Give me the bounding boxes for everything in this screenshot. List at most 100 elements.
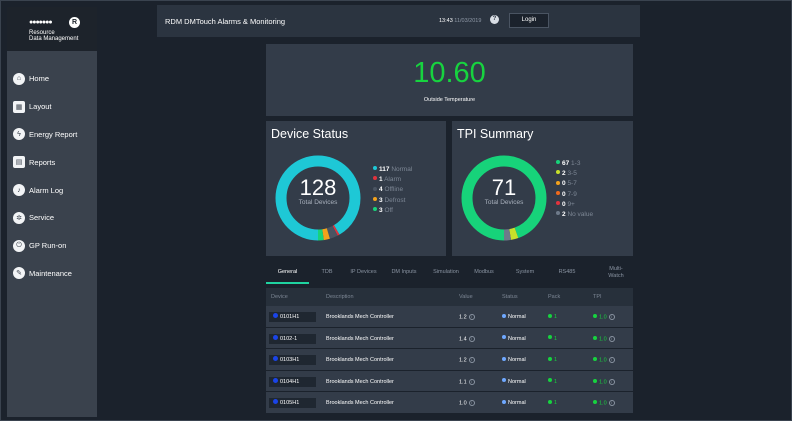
help-icon[interactable]: ? — [490, 15, 499, 24]
sidebar-item-service[interactable]: ✲ Service — [7, 204, 97, 232]
legend-dot — [373, 176, 377, 181]
info-icon[interactable]: i — [608, 378, 615, 385]
legend-label: 1-3 — [571, 160, 581, 167]
sidebar-item-maintenance[interactable]: ✎ Maintenance — [7, 260, 97, 288]
tpi-summary-total-label: Total Devices — [484, 199, 524, 206]
tab-system[interactable]: System — [510, 269, 540, 276]
table-row[interactable]: 0101H1 Brooklands Mech Controller 1.2 i Norm… — [266, 306, 633, 328]
pack-cell: 1 — [548, 399, 558, 406]
status-cell: Normal — [502, 313, 526, 320]
tpi-value: 1.0 — [599, 314, 607, 321]
tab-multi-watch[interactable]: Multi-Watch — [604, 266, 628, 280]
tpi-value: 1.0 — [599, 357, 607, 364]
legend-dot — [373, 166, 377, 171]
tab-modbus[interactable]: Modbus — [469, 269, 499, 276]
device-id: 0103H1 — [280, 357, 300, 363]
sidebar-item-gp-run-on[interactable]: ⏻ GP Run-on — [7, 232, 97, 260]
tab-rs485[interactable]: RS485 — [552, 269, 582, 276]
sidebar-item-layout[interactable]: ▦ Layout — [7, 93, 97, 121]
table-row[interactable]: 0105H1 Brooklands Mech Controller 1.0 i Norm… — [266, 392, 633, 414]
device-status-card[interactable]: Device Status 128 Total Devices 117 Norm… — [266, 121, 446, 256]
device-dot — [273, 377, 278, 383]
logo-text: Resource Data Management — [29, 30, 89, 42]
table-row[interactable]: 0103H1 Brooklands Mech Controller 1.2 i Norm… — [266, 349, 633, 371]
table-header: Device Description Value Status Pack TPI — [266, 288, 633, 306]
legend-count: 1 — [379, 176, 383, 184]
legend-dot — [556, 190, 560, 195]
tpi-cell: 1.0 i — [593, 400, 615, 406]
tab-ip-devices[interactable]: IP Devices — [345, 269, 382, 276]
device-status-legend: 117 Normal 1 Alarm 4 Offline 3 Defrost 3 Off — [373, 165, 412, 216]
column-header-status: Status — [502, 294, 518, 300]
active-tab-indicator — [266, 282, 309, 284]
device-value-cell: 1.0 i — [459, 400, 475, 406]
device-id-badge: 0105H1 — [269, 398, 316, 408]
device-status-legend-item: 3 Defrost — [373, 196, 412, 206]
legend-label: Alarm — [384, 176, 402, 184]
info-icon[interactable]: i — [608, 357, 615, 363]
legend-dot — [556, 180, 560, 185]
reports-icon: ▤ — [13, 156, 25, 169]
sidebar-item-energy-report[interactable]: ϟ Energy Report — [7, 121, 97, 149]
table-row[interactable]: 0102-1 Brooklands Mech Controller 1.4 i Norm… — [266, 327, 633, 349]
tab-dm-inputs[interactable]: DM Inputs — [385, 269, 423, 276]
pack-cell: 1 — [548, 313, 557, 320]
tpi-summary-center: 71 Total Devices — [467, 177, 541, 207]
legend-label: Off — [384, 206, 393, 214]
device-id: 0104H1 — [280, 378, 300, 385]
column-header-value: Value — [459, 294, 473, 300]
pack-dot — [548, 313, 552, 318]
legend-count: 3 — [379, 206, 383, 214]
device-value-cell: 1.1 i — [459, 378, 475, 385]
legend-count: 0 — [562, 180, 566, 188]
legend-count: 4 — [379, 186, 383, 194]
tpi-value: 1.0 — [599, 378, 607, 385]
tpi-legend-item: 0 9+ — [556, 200, 593, 210]
legend-label: No value — [567, 210, 594, 218]
info-icon[interactable]: i — [468, 400, 475, 406]
logo-seal-icon: R — [69, 17, 80, 28]
status-cell: Normal — [502, 399, 526, 406]
info-icon[interactable]: i — [608, 335, 615, 342]
legend-dot — [373, 196, 377, 201]
sidebar-item-label: Service — [29, 213, 55, 223]
device-value-cell: 1.2 i — [459, 314, 475, 320]
layout-icon: ▦ — [13, 100, 25, 113]
device-value: 1.4 — [459, 335, 467, 342]
column-header-tpi: TPI — [593, 294, 602, 300]
pack-value: 1 — [554, 400, 558, 406]
legend-count: 2 — [562, 170, 566, 178]
info-icon[interactable]: i — [468, 314, 475, 320]
info-icon[interactable]: i — [468, 378, 475, 385]
sidebar-item-label: Energy Report — [29, 129, 78, 139]
legend-dot — [373, 186, 377, 191]
info-icon[interactable]: i — [608, 314, 615, 320]
tab-tdb[interactable]: TDB — [312, 269, 342, 276]
bell-icon: ♪ — [13, 184, 25, 197]
status-dot — [502, 335, 506, 340]
gear-icon: ✲ — [13, 211, 25, 224]
status-text: Normal — [508, 335, 526, 342]
info-icon[interactable]: i — [468, 357, 475, 363]
tpi-legend-item: 67 1-3 — [556, 159, 593, 169]
device-id-badge: 0104H1 — [269, 376, 316, 387]
info-icon[interactable]: i — [468, 335, 475, 342]
tpi-cell: 1.0 i — [593, 314, 615, 320]
legend-label: Normal — [391, 166, 413, 173]
status-text: Normal — [508, 314, 526, 320]
page-title: RDM DMTouch Alarms & Monitoring — [165, 17, 286, 26]
sidebar-item-home[interactable]: ⌂ Home — [7, 65, 97, 93]
legend-dot — [556, 160, 560, 165]
tab-simulation[interactable]: Simulation — [427, 269, 465, 276]
sidebar-item-alarm-log[interactable]: ♪ Alarm Log — [7, 176, 97, 204]
login-button[interactable]: Login — [509, 13, 549, 28]
device-description: Brooklands Mech Controller — [326, 378, 394, 385]
sidebar-item-reports[interactable]: ▤ Reports — [7, 148, 97, 176]
tab-general[interactable]: General — [266, 269, 309, 276]
column-header-device: Device — [271, 294, 288, 300]
tpi-summary-card[interactable]: TPI Summary 71 Total Devices 67 1-3 2 3-5… — [452, 121, 633, 256]
column-header-description: Description — [326, 294, 354, 300]
info-icon[interactable]: i — [608, 400, 615, 406]
table-row[interactable]: 0104H1 Brooklands Mech Controller 1.1 i Norm… — [266, 370, 633, 392]
app-frame: ●●●●●●● R Resource Data Management ⌂ Home… — [0, 0, 792, 421]
